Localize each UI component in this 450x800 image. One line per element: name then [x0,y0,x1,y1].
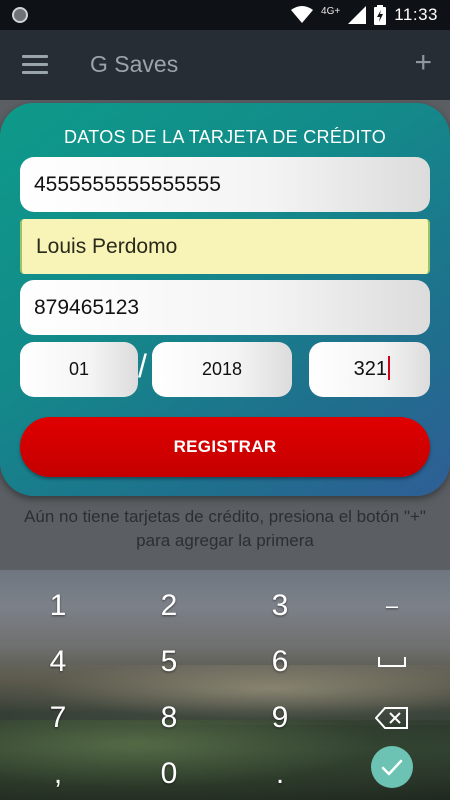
status-bar: 4G+ 11:33 [0,0,450,30]
done-button[interactable] [371,746,413,788]
add-icon[interactable]: + [414,48,432,78]
battery-icon [374,5,387,25]
dialog-title: DATOS DE LA TARJETA DE CRÉDITO [63,127,387,147]
signal-icon [348,6,367,24]
app-bar: G Saves + [0,30,450,100]
key-2[interactable]: 2 [113,578,225,634]
key-comma[interactable]: , [2,746,114,800]
status-indicators: 4G+ 11:33 [291,5,438,25]
network-type-label: 4G+ [321,5,341,17]
backspace-icon[interactable] [375,707,409,729]
register-button[interactable]: REGISTRAR [20,417,430,477]
menu-icon[interactable] [22,55,48,75]
key-4[interactable]: 4 [2,634,114,690]
key-3[interactable]: 3 [224,578,336,634]
key-9[interactable]: 9 [224,690,336,746]
key-period[interactable]: . [224,746,336,800]
text-cursor [388,355,390,380]
key-6[interactable]: 6 [224,634,336,690]
key-0[interactable]: 0 [113,746,225,800]
key-7[interactable]: 7 [2,690,114,746]
expiry-year-input[interactable]: 2018 [152,342,292,397]
check-icon [381,759,403,776]
card-holder-input[interactable]: Louis Perdomo [20,219,430,274]
expiry-separator: / [138,348,147,384]
numeric-keyboard: 1 2 3 – 4 5 6 7 8 9 , 0 . [0,570,450,800]
key-minus[interactable]: – [336,578,448,634]
key-8[interactable]: 8 [113,690,225,746]
key-5[interactable]: 5 [113,634,225,690]
notification-dot-icon [12,7,28,23]
cvv-input[interactable]: 321 [309,342,430,397]
expiry-month-input[interactable]: 01 [20,342,138,397]
key-1[interactable]: 1 [2,578,114,634]
wifi-icon [291,6,314,23]
card-number-input[interactable]: 4555555555555555 [20,157,430,212]
id-number-input[interactable]: 879465123 [20,280,430,335]
app-title: G Saves [90,51,179,77]
cvv-value: 321 [353,358,387,380]
empty-state-message: Aún no tiene tarjetas de crédito, presio… [24,507,426,550]
clock: 11:33 [394,5,438,24]
space-icon[interactable] [378,657,406,667]
